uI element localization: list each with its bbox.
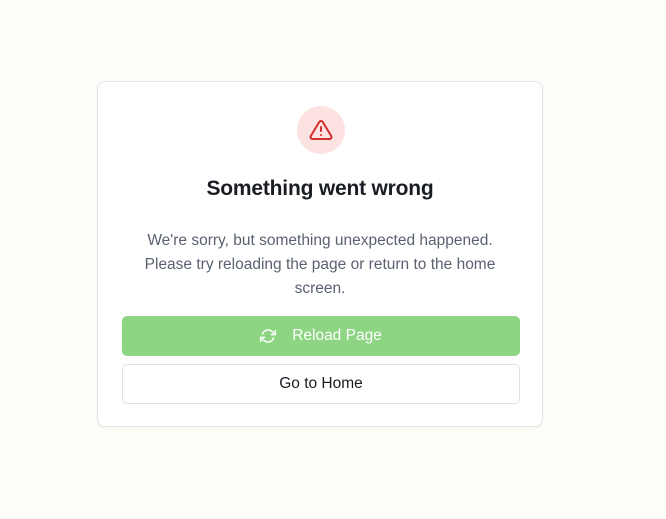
reload-page-label: Reload Page xyxy=(292,327,382,344)
go-to-home-label: Go to Home xyxy=(279,375,363,392)
error-card: Something went wrong We're sorry, but so… xyxy=(97,81,543,427)
warning-triangle-icon xyxy=(309,118,333,142)
error-icon-badge xyxy=(297,106,345,154)
reload-page-button[interactable]: Reload Page xyxy=(122,316,520,356)
refresh-icon xyxy=(260,328,277,344)
error-title: Something went wrong xyxy=(206,177,434,200)
go-to-home-button[interactable]: Go to Home xyxy=(122,364,520,404)
error-message: We're sorry, but something unexpected ha… xyxy=(144,232,496,297)
